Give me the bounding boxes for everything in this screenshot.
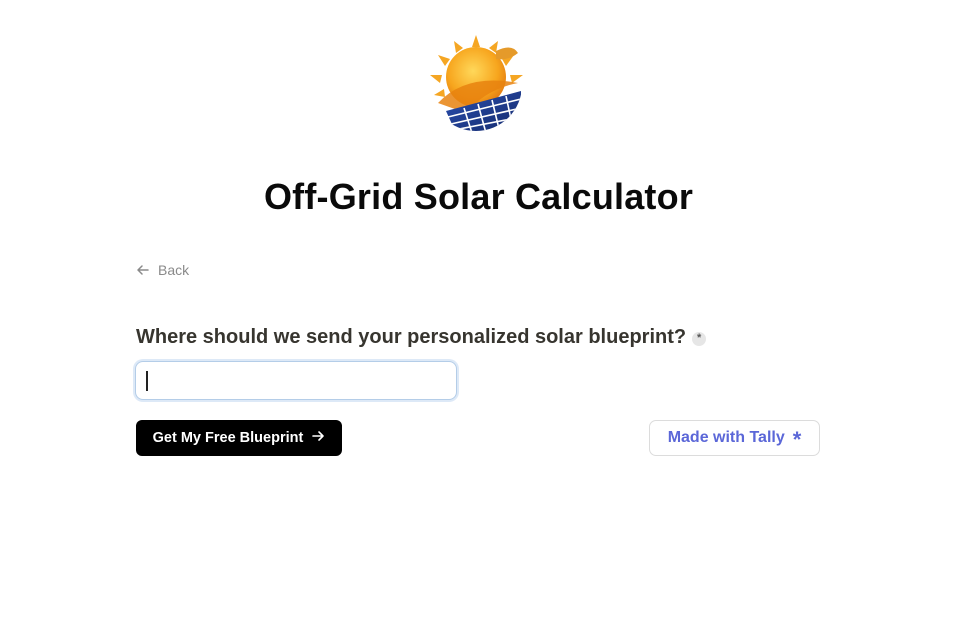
text-cursor <box>146 371 148 391</box>
question-text: Where should we send your personalized s… <box>136 326 687 348</box>
sun-solar-panel-icon <box>430 35 523 131</box>
arrow-left-icon <box>136 263 150 277</box>
back-label: Back <box>158 262 190 278</box>
email-input[interactable] <box>135 361 457 400</box>
back-button[interactable]: Back <box>136 262 189 278</box>
question-label: Where should we send your personalized s… <box>136 326 707 349</box>
submit-button[interactable]: Get My Free Blueprint <box>136 420 342 456</box>
arrow-right-icon <box>311 429 325 447</box>
required-indicator: * <box>692 331 707 346</box>
submit-label: Get My Free Blueprint <box>152 430 304 446</box>
page-title: Off-Grid Solar Calculator <box>263 176 694 217</box>
solar-logo <box>426 33 526 133</box>
made-with-tally-badge[interactable]: Made with Tally * <box>649 420 820 456</box>
tally-badge-label: Made with Tally <box>667 429 785 446</box>
tally-star-icon: * <box>792 427 802 452</box>
